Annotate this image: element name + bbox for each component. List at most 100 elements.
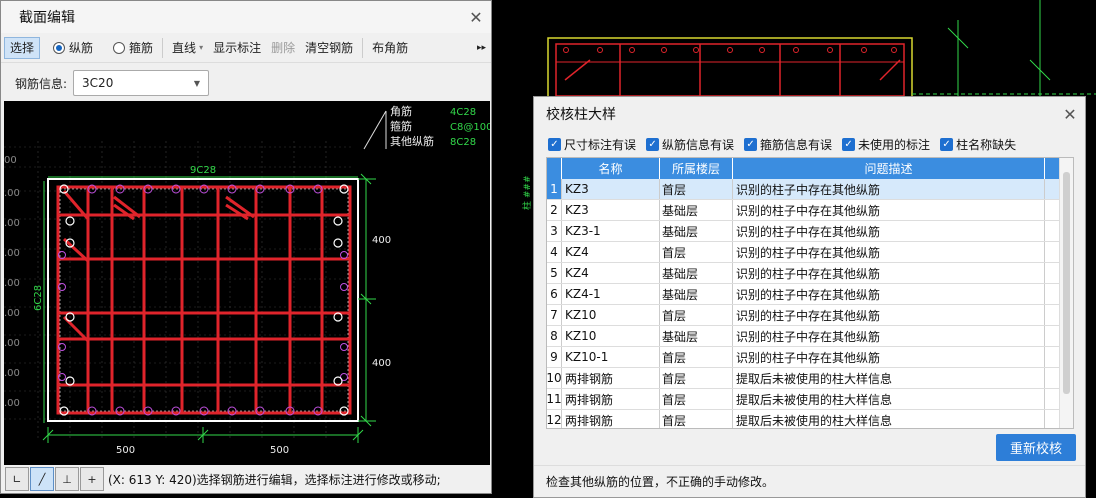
rebar-info-select[interactable]: 3C20 ▼ <box>73 70 210 96</box>
dim-bottom-1[interactable]: 500 <box>116 445 135 456</box>
row-description: 识别的柱子中存在其他纵筋 <box>733 242 1045 262</box>
dim-right-2[interactable]: 400 <box>372 358 391 369</box>
svg-text:柱 ###: 柱 ### <box>521 176 533 210</box>
section-editor-window: 截面编辑 ✕ 选择 纵筋 箍筋 直线 ▾ 显示标注 删除 清空钢筋 布角筋 ▸▸ <box>0 0 492 494</box>
table-row[interactable]: 11 两排钢筋 首层 提取后未被使用的柱大样信息 <box>547 389 1073 410</box>
table-body: 1 KZ3 首层 识别的柱子中存在其他纵筋 2 KZ3 基础层 识别的柱子中存在其他纵筋 3 KZ… <box>547 179 1073 428</box>
filter-checkboxes: ✓ 尺寸标注有误 ✓ 纵筋信息有误 ✓ 箍筋信息有误 ✓ 未使用的标注 ✓ 柱名称缺失 <box>534 131 1085 157</box>
table-row[interactable]: 6 KZ4-1 基础层 识别的柱子中存在其他纵筋 <box>547 284 1073 305</box>
legend-corner-label: 角筋 <box>390 104 412 118</box>
ortho-icon[interactable]: ∟ <box>5 467 29 491</box>
row-name: KZ10-1 <box>562 347 660 367</box>
table-header: 名称 所属楼层 问题描述 <box>547 158 1073 179</box>
rebar-dots-corner[interactable] <box>59 184 349 416</box>
filter-label: 尺寸标注有误 <box>564 137 637 152</box>
show-dimension-button[interactable]: 显示标注 <box>208 37 266 59</box>
row-description: 识别的柱子中存在其他纵筋 <box>733 221 1045 241</box>
table-row[interactable]: 10 两排钢筋 首层 提取后未被使用的柱大样信息 <box>547 368 1073 389</box>
rebar-info-bar: 钢筋信息: 3C20 ▼ <box>1 63 491 103</box>
row-floor: 基础层 <box>660 200 733 220</box>
table-row[interactable]: 3 KZ3-1 基础层 识别的柱子中存在其他纵筋 <box>547 221 1073 242</box>
row-name: 两排钢筋 <box>562 389 660 409</box>
legend-other-label: 其他纵筋 <box>390 134 434 148</box>
vertical-scrollbar[interactable] <box>1059 158 1073 428</box>
header-description[interactable]: 问题描述 <box>733 158 1045 179</box>
row-index: 10 <box>547 368 562 388</box>
radio-stirrup[interactable]: 箍筋 <box>108 37 158 59</box>
row-name: KZ3 <box>562 179 660 199</box>
row-floor: 首层 <box>660 389 733 409</box>
line-tool-icon[interactable]: ╱ <box>30 467 54 491</box>
dim-right-1[interactable]: 400 <box>372 235 391 246</box>
row-name: 两排钢筋 <box>562 368 660 388</box>
row-index: 9 <box>547 347 562 367</box>
recheck-button[interactable]: 重新校核 <box>996 434 1076 461</box>
row-index: 1 <box>547 179 562 199</box>
perpendicular-icon[interactable]: ⊥ <box>55 467 79 491</box>
filter-stirrup-error[interactable]: ✓ 箍筋信息有误 <box>744 136 832 153</box>
status-text: (X: 613 Y: 420)选择钢筋进行编辑，选择标注进行修改或移动; <box>108 472 441 487</box>
status-bar: ∟ ╱ ⊥ + (X: 613 Y: 420)选择钢筋进行编辑，选择标注进行修改… <box>1 465 491 493</box>
table-row[interactable]: 4 KZ4 首层 识别的柱子中存在其他纵筋 <box>547 242 1073 263</box>
section-canvas[interactable]: 00 .00 .00 .00 .00 .00 .00 .00 .00 角筋 箍筋… <box>4 101 490 465</box>
dim-bottom-2[interactable]: 500 <box>270 445 289 456</box>
header-index <box>547 158 562 179</box>
section-drawing[interactable]: 00 .00 .00 .00 .00 .00 .00 .00 .00 角筋 箍筋… <box>4 101 490 465</box>
delete-button[interactable]: 删除 <box>266 37 300 59</box>
caret-down-icon: ▾ <box>199 43 204 52</box>
toolbar-divider <box>162 37 164 58</box>
add-point-icon[interactable]: + <box>80 467 104 491</box>
table-row[interactable]: 8 KZ10 基础层 识别的柱子中存在其他纵筋 <box>547 326 1073 347</box>
row-name: 两排钢筋 <box>562 410 660 428</box>
radio-longitudinal[interactable]: 纵筋 <box>48 37 98 59</box>
row-floor: 首层 <box>660 305 733 325</box>
row-description: 识别的柱子中存在其他纵筋 <box>733 263 1045 283</box>
filter-label: 箍筋信息有误 <box>760 137 833 152</box>
clear-rebar-button[interactable]: 清空钢筋 <box>300 37 358 59</box>
stirrup-lines[interactable] <box>56 185 352 415</box>
divider <box>534 465 1085 466</box>
header-floor[interactable]: 所属楼层 <box>660 158 733 179</box>
table-row[interactable]: 1 KZ3 首层 识别的柱子中存在其他纵筋 <box>547 179 1073 200</box>
scrollbar-thumb[interactable] <box>1063 172 1070 394</box>
line-dropdown[interactable]: 直线 ▾ <box>167 37 208 59</box>
check-dialog-title: 校核柱大样 <box>546 107 616 123</box>
rebar-dots-other[interactable] <box>58 184 348 416</box>
corner-rebar-button[interactable]: 布角筋 <box>367 37 413 59</box>
header-name[interactable]: 名称 <box>562 158 660 179</box>
radio-on-icon <box>53 41 66 54</box>
select-button[interactable]: 选择 <box>4 36 41 59</box>
checkbox-checked-icon: ✓ <box>744 137 758 151</box>
overflow-icon[interactable]: ▸▸ <box>472 37 491 59</box>
filter-unused-dimension[interactable]: ✓ 未使用的标注 <box>842 136 930 153</box>
table-row[interactable]: 5 KZ4 基础层 识别的柱子中存在其他纵筋 <box>547 263 1073 284</box>
row-description: 提取后未被使用的柱大样信息 <box>733 368 1045 388</box>
filter-label: 未使用的标注 <box>858 137 931 152</box>
row-index: 2 <box>547 200 562 220</box>
table-row[interactable]: 12 两排钢筋 首层 提取后未被使用的柱大样信息 <box>547 410 1073 428</box>
top-rebar-label: 9C28 <box>190 165 216 176</box>
row-description: 识别的柱子中存在其他纵筋 <box>733 326 1045 346</box>
close-icon[interactable]: ✕ <box>1055 105 1085 124</box>
row-floor: 基础层 <box>660 221 733 241</box>
filter-label: 纵筋信息有误 <box>662 137 735 152</box>
table-row[interactable]: 9 KZ10-1 首层 识别的柱子中存在其他纵筋 <box>547 347 1073 368</box>
row-name: KZ10 <box>562 326 660 346</box>
axis-label: 00 <box>4 155 17 166</box>
row-floor: 基础层 <box>660 263 733 283</box>
row-name: KZ4 <box>562 242 660 262</box>
row-description: 识别的柱子中存在其他纵筋 <box>733 305 1045 325</box>
checkbox-checked-icon: ✓ <box>548 137 561 151</box>
checkbox-checked-icon: ✓ <box>842 137 856 151</box>
filter-dimension-error[interactable]: ✓ 尺寸标注有误 <box>548 136 636 153</box>
row-floor: 基础层 <box>660 284 733 304</box>
row-floor: 首层 <box>660 179 733 199</box>
table-row[interactable]: 2 KZ3 基础层 识别的柱子中存在其他纵筋 <box>547 200 1073 221</box>
table-row[interactable]: 7 KZ10 首层 识别的柱子中存在其他纵筋 <box>547 305 1073 326</box>
axis-label: .00 <box>4 218 20 229</box>
toolbar-divider <box>362 37 364 58</box>
filter-missing-name[interactable]: ✓ 柱名称缺失 <box>940 136 1016 153</box>
legend-stirrup-label: 箍筋 <box>390 119 412 133</box>
close-icon[interactable]: ✕ <box>461 8 491 27</box>
filter-longitudinal-error[interactable]: ✓ 纵筋信息有误 <box>646 136 734 153</box>
